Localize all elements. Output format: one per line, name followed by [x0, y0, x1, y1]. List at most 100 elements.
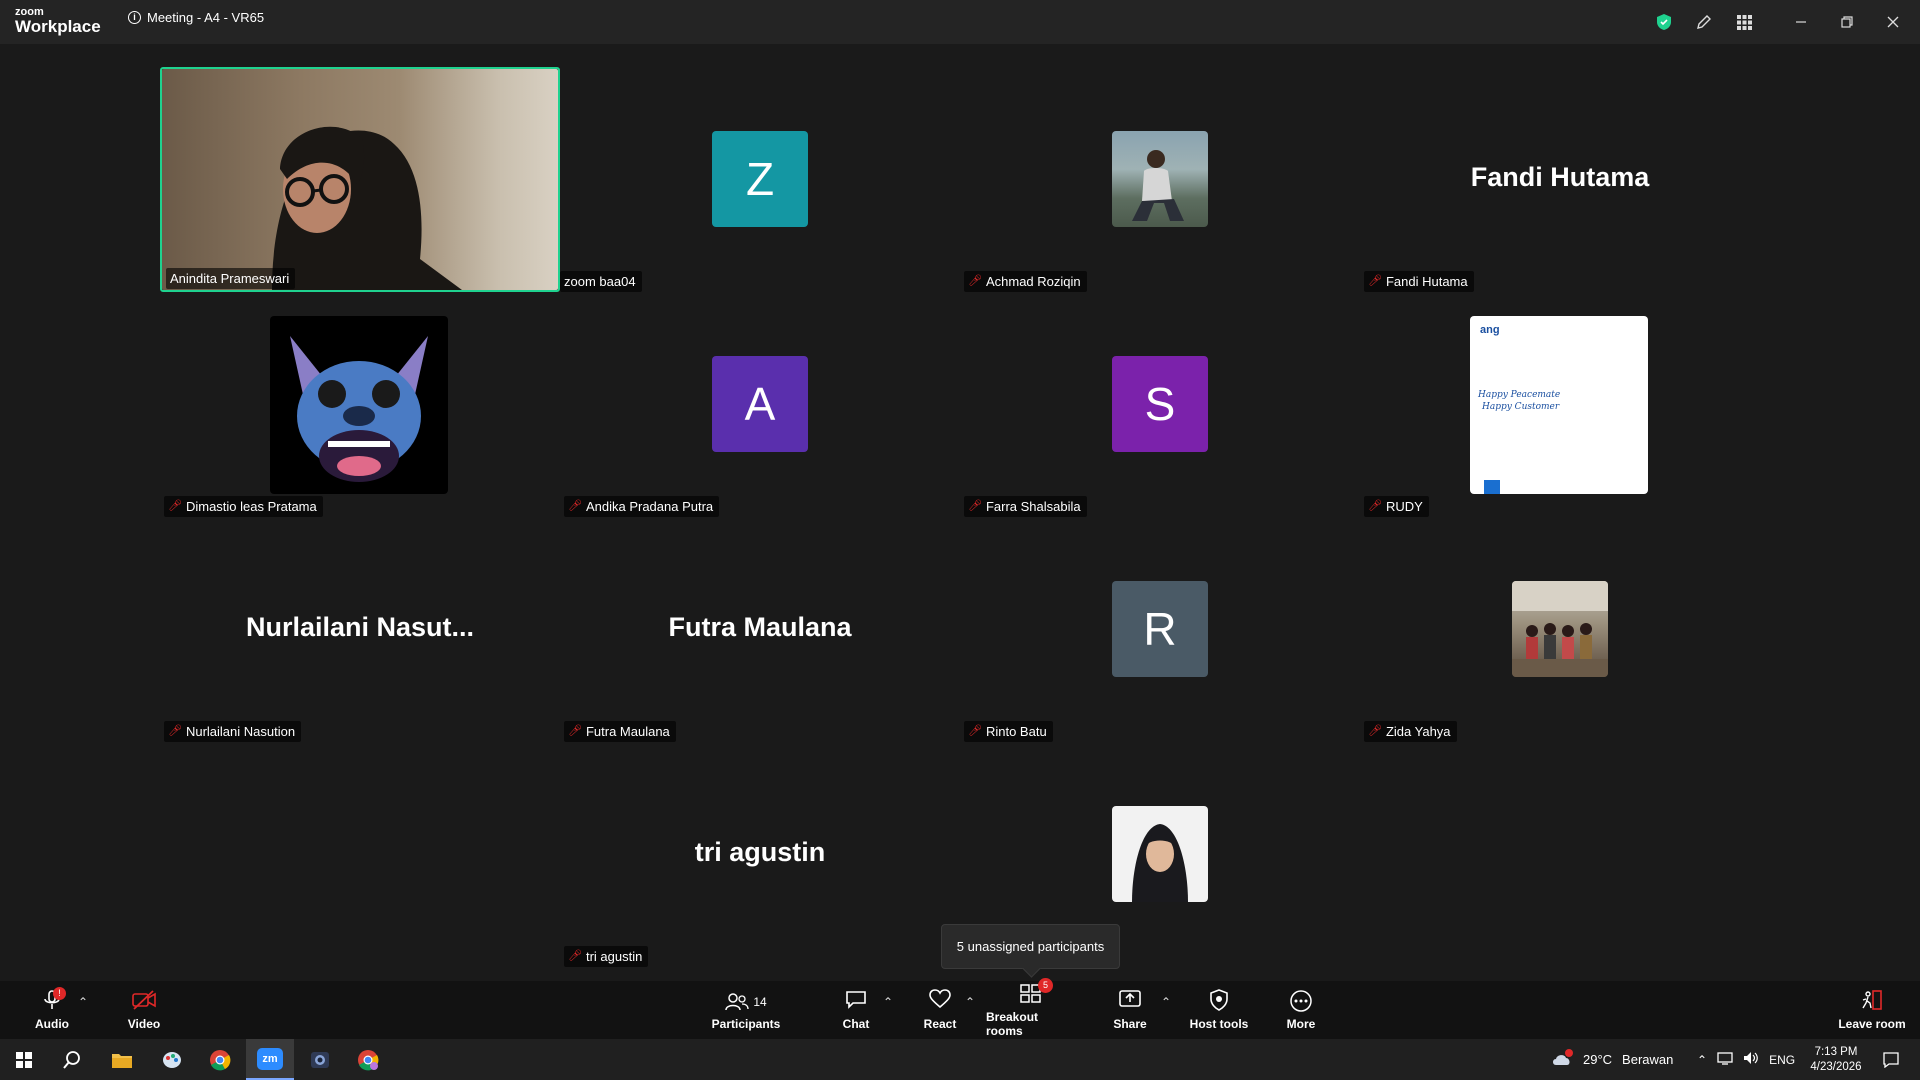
muted-mic-icon: 🎤︎ [168, 500, 182, 512]
participant-name-label: 🎤︎ RUDY [1364, 496, 1429, 517]
avatar-initial: R [1112, 581, 1208, 677]
participant-tile-andika[interactable]: A 🎤︎ Andika Pradana Putra [560, 292, 960, 517]
participant-name-label: 🎤︎ Futra Maulana [564, 721, 676, 742]
muted-mic-icon: 🎤︎ [968, 275, 982, 287]
weather-widget[interactable]: 29°C Berawan [1551, 1039, 1673, 1080]
muted-mic-icon: 🎤︎ [1368, 725, 1382, 737]
muted-mic-icon: 🎤︎ [968, 725, 982, 737]
avatar-initial: Z [712, 131, 808, 227]
language-indicator[interactable]: ENG [1769, 1053, 1795, 1067]
participant-tile-anindita[interactable]: Anindita Prameswari [160, 67, 560, 292]
meeting-info-button[interactable]: i Meeting - A4 - VR65 [128, 10, 264, 25]
title-bar: zoom Workplace i Meeting - A4 - VR65 [0, 0, 1920, 44]
audio-alert-badge: ! [53, 987, 66, 1000]
avatar-initial: A [712, 356, 808, 452]
share-screen-icon [1118, 989, 1142, 1015]
participant-name-label: 🎤︎ Dimastio leas Pratama [164, 496, 323, 517]
participant-name-label: 🎤︎ Zida Yahya [1364, 721, 1457, 742]
participant-tile-achmad[interactable]: 🎤︎ Achmad Roziqin [960, 67, 1360, 292]
volume-icon[interactable] [1743, 1051, 1759, 1068]
participant-tile-nurlailani[interactable]: Nurlailani Nasut... 🎤︎ Nurlailani Nasuti… [160, 517, 560, 742]
react-button[interactable]: React [920, 981, 960, 1039]
muted-mic-icon: 🎤︎ [1368, 500, 1382, 512]
microphone-icon: ! [42, 987, 66, 1015]
participant-tile-futra[interactable]: Futra Maulana 🎤︎ Futra Maulana [560, 517, 960, 742]
participant-display-name: Futra Maulana [668, 612, 852, 642]
muted-mic-icon: 🎤︎ [168, 725, 182, 737]
breakout-rooms-button[interactable]: 5 Breakout rooms [986, 978, 1076, 1039]
share-options-caret[interactable]: ⌃ [1161, 995, 1171, 1009]
video-off-icon [131, 989, 157, 1015]
leave-room-button[interactable]: Leave room [1836, 981, 1908, 1039]
windows-start-icon[interactable] [0, 1039, 48, 1080]
participant-name-label: zoom baa04 [560, 271, 642, 292]
participant-tile-tri-agustin[interactable]: tri agustin 🎤︎ tri agustin [560, 742, 960, 967]
search-icon[interactable] [48, 1039, 96, 1080]
audio-button[interactable]: ! Audio [32, 981, 72, 1039]
more-button[interactable]: More [1281, 981, 1321, 1039]
card-brand-text: ang [1480, 324, 1500, 336]
profile-photo: ang Happy Peacemate Happy Customer [1470, 316, 1648, 494]
heart-icon [929, 989, 951, 1015]
react-options-caret[interactable]: ⌃ [965, 995, 975, 1009]
close-button[interactable] [1870, 0, 1916, 44]
profile-photo [1512, 581, 1608, 677]
muted-mic-icon: 🎤︎ [968, 500, 982, 512]
chrome-icon[interactable] [196, 1039, 244, 1080]
muted-mic-icon: 🎤︎ [568, 500, 582, 512]
paint-app-icon[interactable] [148, 1039, 196, 1080]
participant-tile-rinto[interactable]: R 🎤︎ Rinto Batu [960, 517, 1360, 742]
system-tray: ⌃ ENG [1697, 1039, 1795, 1080]
security-shield-icon[interactable] [1644, 0, 1684, 44]
avatar-initial: S [1112, 356, 1208, 452]
participant-name-label: Anindita Prameswari [166, 268, 296, 289]
windows-taskbar: zm 29°C Berawan ⌃ ENG 7:13 PM 4/23/2026 [0, 1039, 1920, 1080]
participant-name-label: 🎤︎ Fandi Hutama [1364, 271, 1474, 292]
participant-tile-photo[interactable] [960, 742, 1360, 952]
clock[interactable]: 7:13 PM 4/23/2026 [1806, 1039, 1866, 1080]
participant-name-label: 🎤︎ Farra Shalsabila [964, 496, 1087, 517]
card-logo-mark [1484, 480, 1500, 494]
participant-name-label: 🎤︎ tri agustin [564, 946, 649, 967]
minimize-button[interactable] [1778, 0, 1824, 44]
chrome-profile-icon[interactable] [344, 1039, 392, 1080]
participant-tile-farra[interactable]: S 🎤︎ Farra Shalsabila [960, 292, 1360, 517]
more-dots-icon [1289, 989, 1313, 1015]
audio-options-caret[interactable]: ⌃ [78, 995, 88, 1009]
chat-button[interactable]: Chat [836, 981, 876, 1039]
host-tools-button[interactable]: Host tools [1187, 981, 1251, 1039]
participant-display-name: Nurlailani Nasut... [245, 612, 475, 642]
participants-button[interactable]: 14 Participants [710, 981, 782, 1039]
profile-photo [1112, 131, 1208, 227]
meeting-title: Meeting - A4 - VR65 [147, 10, 265, 25]
video-button[interactable]: Video [124, 981, 164, 1039]
card-line-1: Happy Peacemate [1478, 390, 1561, 400]
participant-tile-fandi[interactable]: Fandi Hutama 🎤︎ Fandi Hutama [1360, 67, 1760, 292]
card-line-2: Happy Customer [1482, 402, 1560, 412]
camera-app-icon[interactable] [296, 1039, 344, 1080]
chat-options-caret[interactable]: ⌃ [883, 995, 893, 1009]
network-icon[interactable] [1717, 1051, 1733, 1068]
muted-mic-icon: 🎤︎ [568, 950, 582, 962]
chat-bubble-icon [845, 989, 867, 1015]
restore-button[interactable] [1824, 0, 1870, 44]
annotate-pen-icon[interactable] [1684, 0, 1724, 44]
video-feed [162, 69, 558, 290]
zoom-logo: zoom Workplace [15, 7, 101, 36]
profile-photo [1112, 806, 1208, 902]
participant-tile-dimastio[interactable]: 🎤︎ Dimastio leas Pratama [160, 292, 560, 517]
apps-grid-icon[interactable] [1724, 0, 1764, 44]
tray-chevron-up-icon[interactable]: ⌃ [1697, 1053, 1707, 1067]
file-explorer-icon[interactable] [98, 1039, 146, 1080]
zoom-app-icon[interactable]: zm [246, 1039, 294, 1080]
host-shield-icon [1209, 989, 1229, 1015]
participant-tile-zida[interactable]: 🎤︎ Zida Yahya [1360, 517, 1760, 742]
notification-center-icon[interactable] [1876, 1039, 1906, 1080]
meeting-toolbar: ! Audio ⌃ Video 14 Participants Chat ⌃ R… [0, 978, 1920, 1039]
breakout-badge: 5 [1038, 978, 1053, 993]
share-button[interactable]: Share [1110, 981, 1150, 1039]
participant-tile-zoom-baa04[interactable]: Z zoom baa04 [560, 67, 960, 292]
participant-display-name: Fandi Hutama [1470, 162, 1650, 192]
participant-tile-rudy[interactable]: ang Happy Peacemate Happy Customer 🎤︎ RU… [1360, 292, 1760, 517]
breakout-rooms-icon: 5 [1019, 978, 1053, 1008]
